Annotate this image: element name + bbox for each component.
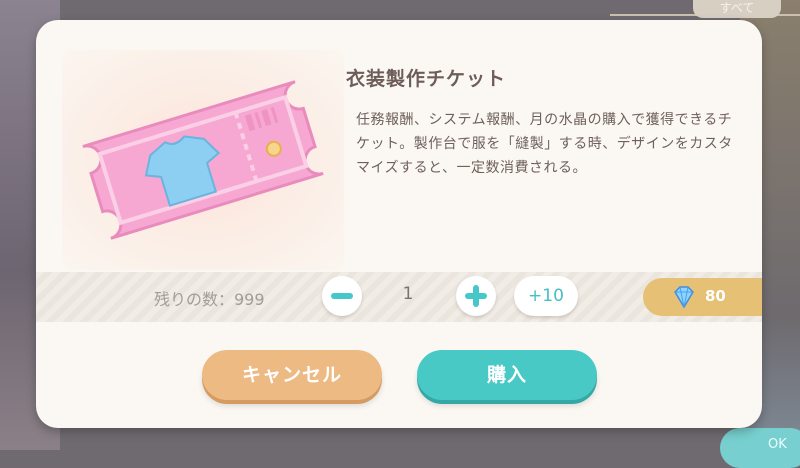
- background-tab-all[interactable]: すべて: [693, 0, 781, 18]
- increase-quantity-button[interactable]: [456, 276, 496, 316]
- remaining-count-label: 残りの数：999: [154, 290, 265, 309]
- purchase-button[interactable]: 購入: [417, 350, 597, 400]
- item-description: 任務報酬、システム報酬、月の水晶の購入で獲得できるチケット。製作台で服を「縫製」…: [356, 112, 733, 176]
- price-amount: 80: [705, 287, 726, 305]
- minus-icon: [331, 293, 353, 299]
- add-ten-button[interactable]: +10: [514, 276, 578, 316]
- background-ok-button[interactable]: OK: [720, 428, 800, 468]
- quantity-value: 1: [402, 284, 414, 304]
- item-title: 衣装製作チケット: [346, 68, 507, 90]
- purchase-dialog: 衣装製作チケット 任務報酬、システム報酬、月の水晶の購入で獲得できるチケット。製…: [36, 20, 762, 428]
- ticket-icon: [82, 80, 324, 240]
- item-image-frame: [62, 50, 344, 270]
- price-display: 80: [643, 278, 762, 316]
- decrease-quantity-button[interactable]: [322, 276, 362, 316]
- blue-crystal-icon: [674, 286, 694, 309]
- cancel-button[interactable]: キャンセル: [202, 350, 382, 400]
